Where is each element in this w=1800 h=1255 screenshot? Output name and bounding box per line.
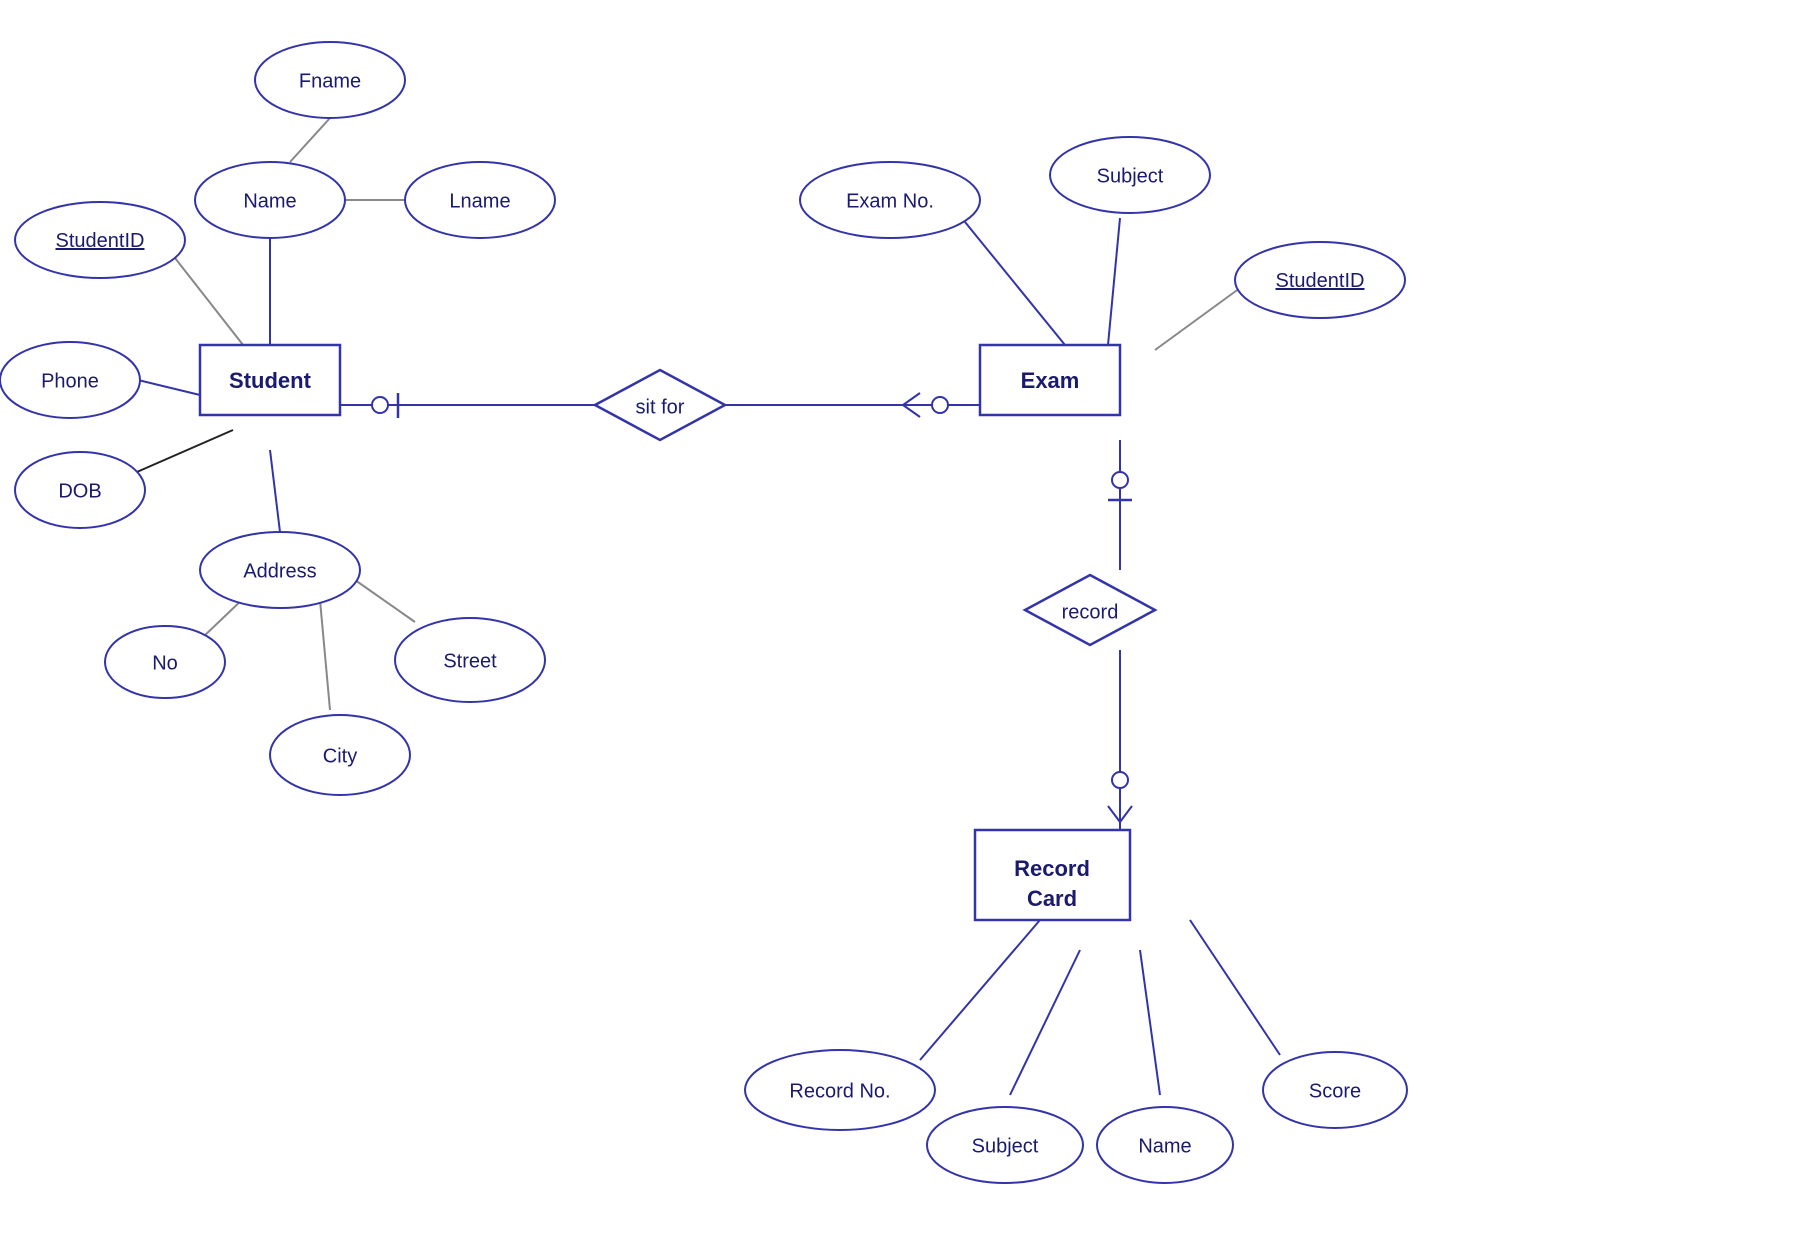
city-label: City [323,745,357,767]
fname-label: Fname [299,70,361,92]
line-rc-subject [1010,950,1080,1095]
studentid-student-label: StudentID [56,230,145,252]
examno-label: Exam No. [846,190,934,212]
phone-label: Phone [41,370,99,392]
line-student-address [270,450,280,532]
crow-bottom [903,405,920,417]
circle-one-student [372,397,388,413]
street-label: Street [443,650,497,672]
line-phone-student [138,380,200,395]
record-no-label: Record No. [789,1080,890,1102]
line-address-street [355,580,415,622]
er-diagram: sit for record Student Exam Record Card … [0,0,1800,1250]
line-rc-recordno [920,920,1040,1060]
subject-rc-label: Subject [972,1135,1039,1157]
line-rc-name [1140,950,1160,1095]
exam-label: Exam [1021,368,1080,393]
name-label: Name [243,190,296,212]
line-examno-exam [965,222,1065,345]
line-fname-name [290,118,330,162]
studentid-exam-label: StudentID [1276,270,1365,292]
line-rc-score [1190,920,1280,1055]
name-rc-label: Name [1138,1135,1191,1157]
record-card-label-1: Record [1014,856,1090,881]
record-card-label-2: Card [1027,886,1077,911]
line-studentid-exam [1155,288,1240,350]
circle-exam-record [1112,472,1128,488]
score-label: Score [1309,1080,1361,1102]
crow-top [903,393,920,405]
lname-label: Lname [449,190,510,212]
student-label: Student [229,368,312,393]
sit-for-label: sit for [636,396,685,418]
line-subject-exam [1108,218,1120,345]
line-dob-student [130,430,233,475]
circle-record-rc [1112,772,1128,788]
line-address-city [320,600,330,710]
address-label: Address [243,560,316,582]
subject-exam-label: Subject [1097,165,1164,187]
crow-rc-bot [1120,806,1132,822]
record-label: record [1062,601,1119,623]
no-label: No [152,652,178,674]
circle-many-exam [932,397,948,413]
crow-rc-top [1108,806,1120,822]
dob-label: DOB [58,480,101,502]
line-studentid-student [175,258,247,350]
